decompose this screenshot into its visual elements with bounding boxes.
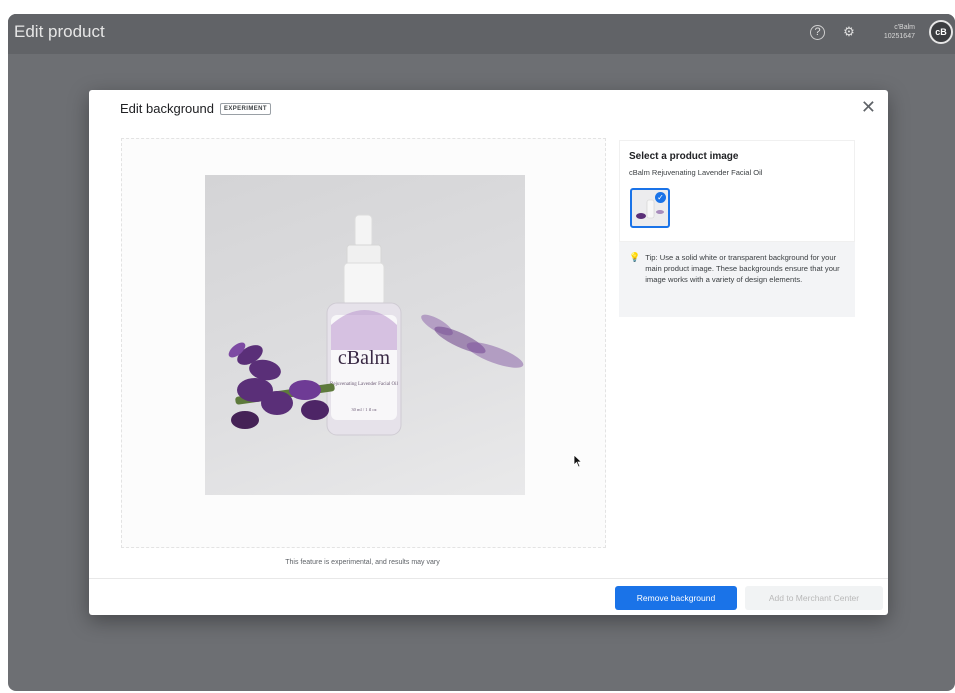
- account-id: 10251647: [883, 33, 915, 40]
- image-selector-panel: Select a product image cBalm Rejuvenatin…: [619, 140, 855, 242]
- lavender-oil-bottle-illustration: cBalm Rejuvenating Lavender Facial Oil 3…: [228, 214, 524, 436]
- dialog-title: Edit background: [120, 101, 214, 116]
- experiment-badge: EXPERIMENT: [219, 102, 271, 115]
- remove-background-button[interactable]: Remove background: [615, 586, 737, 610]
- select-image-title: Select a product image: [629, 151, 739, 162]
- lightbulb-icon: 💡: [629, 252, 641, 262]
- avatar[interactable]: cB: [929, 20, 953, 44]
- account-name: c'Balm: [894, 24, 915, 31]
- close-icon[interactable]: ✕: [861, 97, 876, 118]
- mouse-cursor-icon: [573, 454, 583, 468]
- edit-background-dialog: Edit background EXPERIMENT ✕ cBalm Rejuv…: [89, 90, 888, 615]
- account-info[interactable]: c'Balm 10251647: [873, 23, 915, 41]
- product-image-thumbnail[interactable]: ✓: [630, 188, 670, 228]
- bottle-brand-text: cBalm: [338, 347, 391, 369]
- gear-icon[interactable]: ⚙: [839, 22, 859, 42]
- selected-check-icon: ✓: [655, 192, 666, 203]
- dialog-header: Edit background EXPERIMENT: [120, 101, 271, 116]
- top-actions: ? ⚙ c'Balm 10251647 cB: [810, 20, 955, 44]
- help-icon[interactable]: ?: [810, 24, 825, 40]
- bottle-volume-text: 30 ml / 1 fl oz: [351, 407, 376, 412]
- image-canvas: cBalm Rejuvenating Lavender Facial Oil 3…: [121, 138, 606, 548]
- product-photo: cBalm Rejuvenating Lavender Facial Oil 3…: [205, 175, 525, 495]
- tip-box: 💡 Tip: Use a solid white or transparent …: [619, 242, 855, 317]
- top-bar: Edit product ? ⚙ c'Balm 10251647 cB: [8, 14, 955, 54]
- product-name: cBalm Rejuvenating Lavender Facial Oil: [629, 168, 763, 177]
- experimental-disclaimer: This feature is experimental, and result…: [285, 559, 440, 566]
- add-to-merchant-center-button[interactable]: Add to Merchant Center: [745, 586, 883, 610]
- tip-text: Tip: Use a solid white or transparent ba…: [645, 253, 840, 284]
- bottle-label-text: Rejuvenating Lavender Facial Oil: [330, 382, 399, 387]
- page-title: Edit product: [14, 22, 105, 41]
